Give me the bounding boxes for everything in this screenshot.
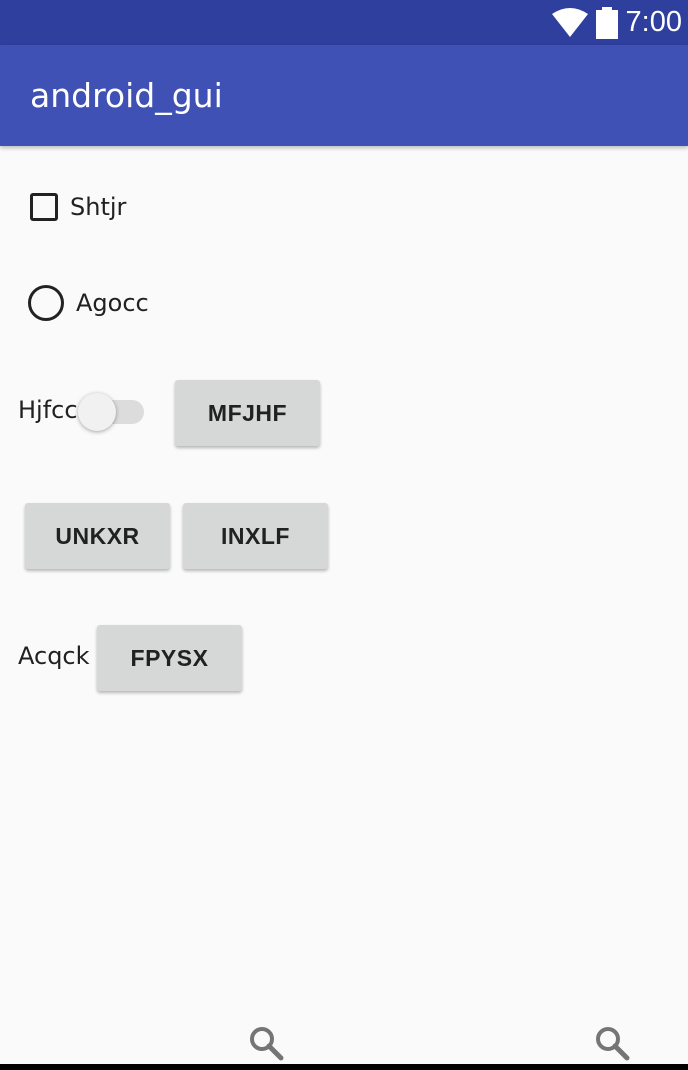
app-bar: android_gui <box>0 45 688 146</box>
status-bar: 7:00 <box>0 0 688 45</box>
search-icon[interactable] <box>248 1025 284 1061</box>
status-time: 7:00 <box>625 6 682 38</box>
checkbox-shtjr[interactable]: Shtjr <box>30 193 126 221</box>
radio-circle[interactable] <box>28 285 64 321</box>
search-icon[interactable] <box>594 1025 630 1061</box>
switch-thumb[interactable] <box>78 393 116 431</box>
radio-label: Agocc <box>76 289 149 317</box>
checkbox-label: Shtjr <box>70 193 127 221</box>
wifi-icon <box>551 7 588 37</box>
battery-icon <box>595 6 618 39</box>
radio-agocc[interactable]: Agocc <box>28 285 149 321</box>
switch-label: Hjfcc <box>18 396 78 424</box>
unkxr-button[interactable]: UNKXR <box>25 503 170 569</box>
app-title: android_gui <box>30 76 223 115</box>
bottom-divider <box>0 1064 688 1070</box>
fpysx-button[interactable]: FPYSX <box>97 625 242 691</box>
status-icons: 7:00 <box>551 0 682 45</box>
inxlf-button[interactable]: INXLF <box>183 503 328 569</box>
acqck-label: Acqck <box>18 642 90 670</box>
checkbox-box[interactable] <box>30 193 58 221</box>
mfjhf-button[interactable]: MFJHF <box>175 380 320 446</box>
